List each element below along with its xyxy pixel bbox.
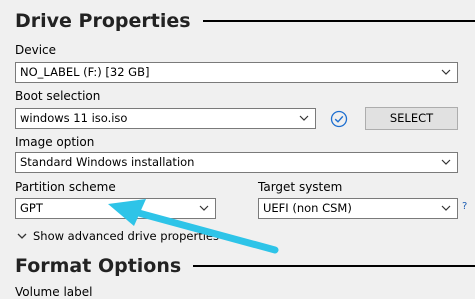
- advanced-toggle-label: Show advanced drive properties: [33, 229, 219, 243]
- chevron-down-icon: [441, 205, 451, 211]
- device-value: NO_LABEL (F:) [32 GB]: [20, 65, 150, 79]
- image-option-dropdown[interactable]: Standard Windows installation: [15, 152, 458, 173]
- volume-label-label: Volume label: [15, 285, 93, 299]
- section-title-drive-properties: Drive Properties: [15, 10, 475, 32]
- partition-scheme-dropdown[interactable]: GPT: [15, 198, 216, 219]
- show-advanced-drive-properties-toggle[interactable]: Show advanced drive properties: [17, 229, 219, 243]
- target-system-value: UEFI (non CSM): [263, 201, 352, 215]
- partition-scheme-value: GPT: [20, 201, 43, 215]
- section-divider: [202, 20, 475, 22]
- help-icon[interactable]: ?: [462, 201, 467, 212]
- boot-selection-dropdown[interactable]: windows 11 iso.iso: [15, 108, 316, 129]
- boot-selection-value: windows 11 iso.iso: [20, 111, 128, 125]
- chevron-down-icon: [441, 69, 451, 75]
- device-dropdown[interactable]: NO_LABEL (F:) [32 GB]: [15, 62, 458, 83]
- section-divider: [193, 265, 475, 267]
- target-system-dropdown[interactable]: UEFI (non CSM): [258, 198, 458, 219]
- image-option-value: Standard Windows installation: [20, 155, 195, 169]
- device-label: Device: [15, 43, 57, 57]
- partition-scheme-label: Partition scheme: [15, 180, 116, 194]
- target-system-label: Target system: [258, 180, 343, 194]
- select-button[interactable]: SELECT: [365, 107, 458, 130]
- check-circle-icon[interactable]: [330, 110, 348, 128]
- boot-selection-label: Boot selection: [15, 89, 101, 103]
- section-title-format-options: Format Options: [15, 255, 475, 277]
- chevron-down-icon: [299, 115, 309, 121]
- chevron-down-icon: [199, 205, 209, 211]
- chevron-down-icon: [441, 159, 451, 165]
- section-title-text: Drive Properties: [15, 10, 191, 32]
- image-option-label: Image option: [15, 135, 95, 149]
- section-title-text: Format Options: [15, 255, 182, 277]
- chevron-down-icon: [17, 233, 27, 239]
